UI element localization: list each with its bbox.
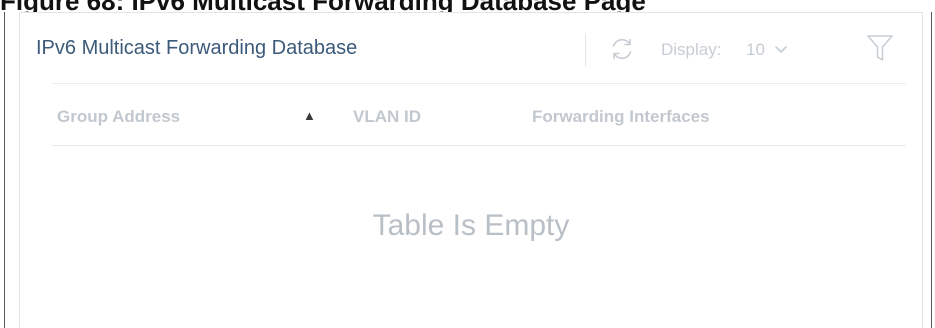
- header-divider: [585, 33, 586, 67]
- page: Figure 68: IPv6 Multicast Forwarding Dat…: [0, 0, 935, 328]
- panel-title: IPv6 Multicast Forwarding Database: [36, 37, 358, 59]
- column-header-vlan-id[interactable]: VLAN ID: [353, 107, 421, 127]
- refresh-icon[interactable]: [608, 35, 636, 63]
- panel-frame: IPv6 Multicast Forwarding Database Displ…: [4, 12, 932, 328]
- header-divider-line: [52, 83, 906, 84]
- display-count-select[interactable]: 10: [738, 35, 794, 63]
- display-label: Display:: [661, 40, 722, 59]
- empty-table-message: Table Is Empty: [372, 209, 570, 242]
- multicast-fdb-panel: IPv6 Multicast Forwarding Database Displ…: [19, 12, 923, 328]
- column-header-group-address[interactable]: Group Address: [57, 107, 180, 127]
- sort-ascending-icon[interactable]: ▲: [303, 108, 316, 123]
- column-header-forwarding-interfaces[interactable]: Forwarding Interfaces: [532, 107, 710, 127]
- column-header-divider: [52, 145, 906, 146]
- filter-icon[interactable]: [866, 33, 894, 63]
- display-count-value: 10: [746, 40, 765, 59]
- chevron-down-icon: [774, 42, 788, 56]
- panel-header: IPv6 Multicast Forwarding Database Displ…: [20, 13, 922, 83]
